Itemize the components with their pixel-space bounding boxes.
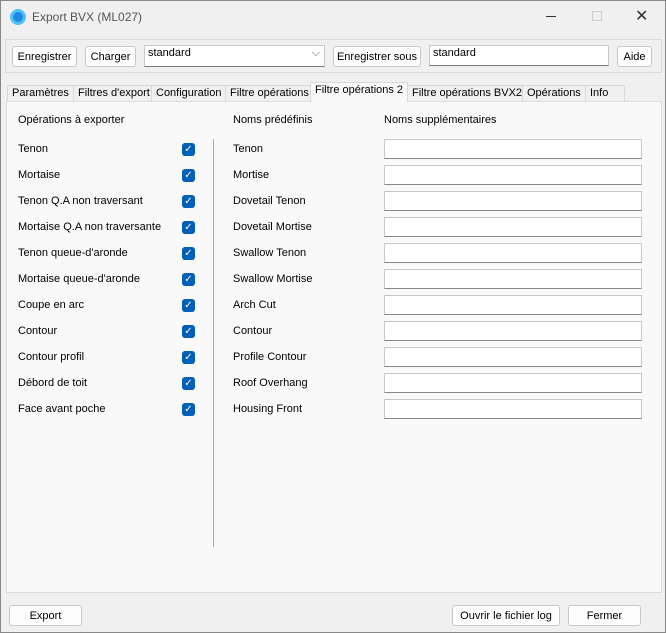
minimize-button[interactable] bbox=[546, 16, 556, 17]
operation-checkbox[interactable]: ✓ bbox=[182, 403, 195, 416]
close-dialog-button[interactable]: Fermer bbox=[568, 605, 641, 626]
save-as-name-input[interactable]: standard bbox=[429, 45, 609, 66]
tab-configuration[interactable]: Configuration bbox=[151, 85, 227, 102]
col-extra-header: Noms supplémentaires bbox=[384, 114, 497, 126]
col-predefined-header: Noms prédéfinis bbox=[233, 114, 313, 126]
operation-checkbox[interactable]: ✓ bbox=[182, 377, 195, 390]
operation-label: Mortaise bbox=[18, 169, 61, 181]
extra-name-input[interactable] bbox=[384, 321, 642, 341]
operation-checkbox[interactable]: ✓ bbox=[182, 325, 195, 338]
predefined-name: Swallow Mortise bbox=[233, 273, 313, 285]
operation-checkbox[interactable]: ✓ bbox=[182, 273, 195, 286]
operation-checkbox[interactable]: ✓ bbox=[182, 351, 195, 364]
profile-select-value: standard bbox=[148, 47, 191, 59]
col-operations-header: Opérations à exporter bbox=[18, 114, 125, 126]
operation-checkbox[interactable]: ✓ bbox=[182, 299, 195, 312]
operation-label: Tenon bbox=[18, 143, 48, 155]
predefined-name: Contour bbox=[233, 325, 273, 337]
operation-label: Contour bbox=[18, 325, 58, 337]
operation-checkbox[interactable]: ✓ bbox=[182, 221, 195, 234]
close-button[interactable]: ✕ bbox=[635, 6, 648, 26]
operation-label: Contour profil bbox=[18, 351, 85, 363]
predefined-name: Housing Front bbox=[233, 403, 303, 415]
predefined-name: Profile Contour bbox=[233, 351, 307, 363]
predefined-name: Roof Overhang bbox=[233, 377, 308, 389]
export-button[interactable]: Export bbox=[9, 605, 82, 626]
operation-label: Tenon queue-d'aronde bbox=[18, 247, 128, 259]
extra-name-input[interactable] bbox=[384, 347, 642, 367]
operation-label: Mortaise Q.A non traversante bbox=[18, 221, 162, 233]
tab-parametres[interactable]: Paramètres bbox=[7, 85, 74, 102]
window-title: Export BVX (ML027) bbox=[32, 10, 143, 24]
predefined-name: Dovetail Mortise bbox=[233, 221, 312, 233]
predefined-name: Swallow Tenon bbox=[233, 247, 307, 259]
extra-name-input[interactable] bbox=[384, 373, 642, 393]
operation-checkbox[interactable]: ✓ bbox=[182, 143, 195, 156]
extra-name-input[interactable] bbox=[384, 191, 642, 211]
extra-name-input[interactable] bbox=[384, 165, 642, 185]
predefined-name: Mortise bbox=[233, 169, 270, 181]
tab-filtre-operations-bvx2[interactable]: Filtre opérations BVX2 bbox=[407, 85, 528, 102]
operation-checkbox[interactable]: ✓ bbox=[182, 247, 195, 260]
extra-name-input[interactable] bbox=[384, 399, 642, 419]
tab-filtres-export[interactable]: Filtres d'export bbox=[73, 85, 155, 102]
operation-label: Débord de toit bbox=[18, 377, 88, 389]
tab-operations[interactable]: Opérations bbox=[522, 85, 586, 102]
operation-label: Tenon Q.A non traversant bbox=[18, 195, 143, 207]
maximize-button[interactable] bbox=[592, 11, 602, 21]
operation-checkbox[interactable]: ✓ bbox=[182, 169, 195, 182]
extra-name-input[interactable] bbox=[384, 269, 642, 289]
operation-label: Coupe en arc bbox=[18, 299, 85, 311]
chevron-down-icon: ⌵ bbox=[311, 47, 320, 59]
extra-name-input[interactable] bbox=[384, 139, 642, 159]
app-icon bbox=[10, 9, 26, 25]
predefined-name: Dovetail Tenon bbox=[233, 195, 306, 207]
operation-checkbox[interactable]: ✓ bbox=[182, 195, 195, 208]
save-button[interactable]: Enregistrer bbox=[12, 46, 77, 67]
column-divider bbox=[213, 139, 214, 547]
profile-select[interactable]: standard ⌵ bbox=[144, 45, 325, 67]
help-button[interactable]: Aide bbox=[617, 46, 652, 67]
open-log-button[interactable]: Ouvrir le fichier log bbox=[452, 605, 560, 626]
title-bar: Export BVX (ML027) ✕ bbox=[1, 1, 666, 33]
predefined-name: Tenon bbox=[233, 143, 263, 155]
operation-label: Face avant poche bbox=[18, 403, 106, 415]
extra-name-input[interactable] bbox=[384, 295, 642, 315]
tab-filtre-operations[interactable]: Filtre opérations bbox=[225, 85, 314, 102]
tab-filtre-operations-2[interactable]: Filtre opérations 2 bbox=[310, 82, 409, 102]
save-as-button[interactable]: Enregistrer sous bbox=[333, 46, 421, 67]
tab-info[interactable]: Info bbox=[585, 85, 625, 102]
load-button[interactable]: Charger bbox=[85, 46, 136, 67]
extra-name-input[interactable] bbox=[384, 217, 642, 237]
extra-name-input[interactable] bbox=[384, 243, 642, 263]
operation-label: Mortaise queue-d'aronde bbox=[18, 273, 140, 285]
predefined-name: Arch Cut bbox=[233, 299, 276, 311]
